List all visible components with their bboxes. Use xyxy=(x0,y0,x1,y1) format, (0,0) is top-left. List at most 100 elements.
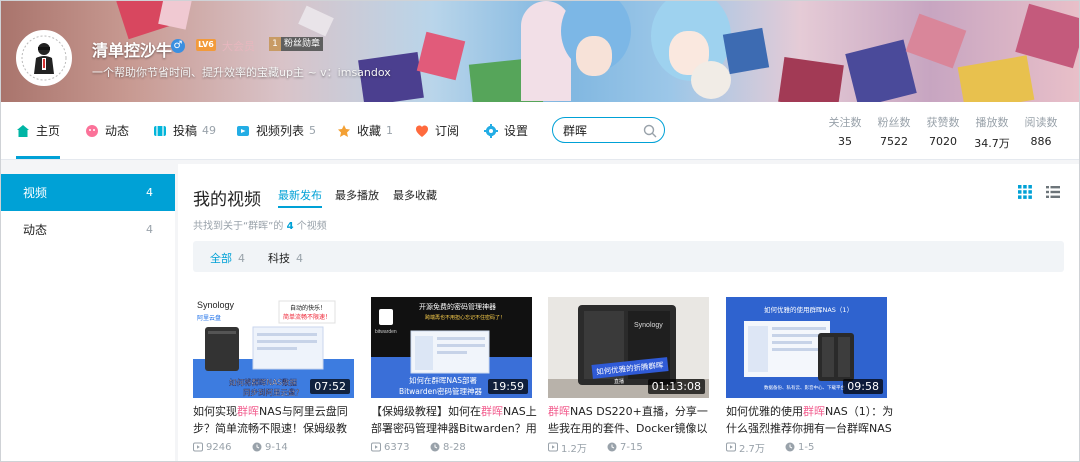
tab-favorites[interactable]: 收藏 1 xyxy=(337,102,393,159)
stat-followers[interactable]: 粉丝数 7522 xyxy=(870,114,918,148)
subscribe-icon xyxy=(415,124,429,138)
tab-favorites-label: 收藏 xyxy=(357,124,382,138)
tab-settings-label: 设置 xyxy=(504,124,529,138)
tab-upload[interactable]: 投稿 49 xyxy=(153,102,216,159)
filter-tech[interactable]: 科技 4 xyxy=(268,250,303,266)
video-title[interactable]: 如何实现群晖NAS与阿里云盘同步？简单流畅不限速！保姆级教 xyxy=(193,403,363,437)
sidebar-item-dynamic[interactable]: 动态 4 xyxy=(1,211,175,248)
video-thumbnail[interactable]: 开源免费的密码管理神器 跨端再也不用担心忘记不住密码了！ bitwarden 如… xyxy=(371,297,532,398)
thumb-text: 如何优雅的使用群晖NAS（1） xyxy=(764,305,853,314)
video-date: 8-28 xyxy=(443,441,466,453)
grid-view-icon[interactable] xyxy=(1018,184,1032,199)
search-box xyxy=(552,117,665,143)
tab-dynamic[interactable]: 动态 xyxy=(85,102,129,159)
video-title[interactable]: 群晖NAS DS220+直播，分享一些我在用的套件、Docker镜像以及一 xyxy=(548,403,718,437)
thumb-text: 如何在群晖NAS部署 xyxy=(409,375,478,385)
stat-reads: 阅读数 886 xyxy=(1017,114,1065,148)
list-view-icon[interactable] xyxy=(1046,184,1060,198)
level-badge: LV6 xyxy=(196,39,216,51)
video-thumbnail[interactable]: Synology 如何优雅的折腾群晖 直播 01:13:08 xyxy=(548,297,709,398)
thumb-text: Synology xyxy=(197,300,235,310)
tab-video-list-label: 视频列表 xyxy=(256,124,305,138)
video-date: 1-5 xyxy=(798,441,815,453)
stat-value: 7522 xyxy=(880,135,908,148)
filter-label: 全部 xyxy=(210,252,232,265)
thumb-text: 同步到阿里云盘？ xyxy=(243,387,303,397)
thumb-text: 如何将群晖NAS数据 xyxy=(229,377,298,387)
space-nav: 主页 动态 投稿 49 视频列表 5 收藏 1 订阅 设置 群晖 关注数 35 … xyxy=(1,102,1079,160)
username: 清单控沙牛 xyxy=(92,41,173,60)
stat-label: 获赞数 xyxy=(926,116,960,129)
video-panel: 我的视频 最新发布 最多播放 最多收藏 共找到关于“群晖”的 4 个视频 全部 4… xyxy=(178,164,1079,461)
sort-most-played[interactable]: 最多播放 xyxy=(335,187,379,206)
home-icon xyxy=(16,124,30,138)
dynamic-icon xyxy=(85,124,99,138)
video-thumbnail[interactable]: Synology 阿里云盘 自动的快乐！ 简单流畅不限速！ 如何将群晖NAS数据… xyxy=(193,297,354,398)
video-plays: 1.2万 xyxy=(561,443,587,455)
favorite-icon xyxy=(337,124,351,138)
video-plays: 2.7万 xyxy=(739,443,765,455)
video-thumbnail[interactable]: 如何优雅的使用群晖NAS（1） 数据备份、私有云、影音中心、下载平台 09:58 xyxy=(726,297,887,398)
search-icon[interactable] xyxy=(643,123,657,138)
clock-icon xyxy=(430,442,440,452)
user-sign: 一个帮助你节省时间、提升效率的宝藏up主 ~ v：imsandox xyxy=(92,66,391,79)
fan-medal[interactable]: 1 粉丝勋章 xyxy=(269,37,324,51)
settings-icon xyxy=(484,123,498,138)
sidebar-item-videos[interactable]: 视频 4 xyxy=(1,174,175,211)
thumb-text: 阿里云盘 xyxy=(197,314,221,322)
thumb-text: 数据备份、私有云、影音中心、下载平台 xyxy=(764,384,845,391)
tab-video-list[interactable]: 视频列表 5 xyxy=(236,102,316,159)
video-plays: 6373 xyxy=(384,441,410,453)
sidebar-item-label: 动态 xyxy=(23,223,48,237)
stat-label: 播放数 xyxy=(975,116,1009,129)
video-date: 7-15 xyxy=(620,441,643,453)
tab-home-label: 主页 xyxy=(36,124,61,138)
thumb-text: 跨端再也不用担心忘记不住密码了！ xyxy=(425,314,505,321)
filter-count: 4 xyxy=(296,252,303,265)
clock-icon xyxy=(607,442,617,452)
thumb-text: bitwarden xyxy=(375,329,397,335)
tab-video-list-count: 5 xyxy=(309,124,317,137)
stat-following[interactable]: 关注数 35 xyxy=(821,114,869,148)
video-meta: 2.7万 1-5 xyxy=(726,440,896,455)
stat-likes: 获赞数 7020 xyxy=(919,114,967,148)
keyword-highlight: 群晖 xyxy=(548,405,570,418)
gender-icon: ♂ xyxy=(171,39,185,53)
found-count: 4 xyxy=(286,221,294,232)
video-duration: 01:13:08 xyxy=(647,379,705,394)
keyword-highlight: 群晖 xyxy=(237,405,259,418)
thumb-text: 直播 xyxy=(614,378,624,385)
search-input[interactable] xyxy=(563,122,643,138)
video-duration: 07:52 xyxy=(310,379,350,394)
keyword-highlight: 群晖 xyxy=(481,405,503,418)
thumb-text: 开源免费的密码管理神器 xyxy=(419,302,496,311)
video-list-icon xyxy=(236,124,250,138)
filter-count: 4 xyxy=(238,252,245,265)
profile-banner: 清单控沙牛 ♂ LV6 大会员 1 粉丝勋章 一个帮助你节省时间、提升效率的宝藏… xyxy=(1,1,1079,102)
stat-value: 886 xyxy=(1030,135,1052,148)
stat-label: 粉丝数 xyxy=(877,116,911,129)
tab-settings[interactable]: 设置 xyxy=(484,102,528,159)
stat-label: 阅读数 xyxy=(1024,116,1058,129)
avatar[interactable] xyxy=(16,30,72,86)
video-title[interactable]: 如何优雅的使用群晖NAS（1）：为什么强烈推荐你拥有一台群晖NAS xyxy=(726,403,896,437)
tab-subscribe[interactable]: 订阅 xyxy=(415,102,459,159)
play-icon xyxy=(371,442,381,452)
play-icon xyxy=(193,442,203,452)
video-meta: 9246 9-14 xyxy=(193,440,363,454)
play-icon xyxy=(726,442,736,452)
stat-value: 7020 xyxy=(929,135,957,148)
thumb-text: Bitwarden密码管理神器 xyxy=(399,386,482,396)
tab-home[interactable]: 主页 xyxy=(16,102,61,159)
video-duration: 09:58 xyxy=(843,379,883,394)
thumb-text: 自动的快乐！ xyxy=(290,304,326,312)
filter-label: 科技 xyxy=(268,252,290,265)
tab-favorites-count: 1 xyxy=(386,124,394,137)
video-plays: 9246 xyxy=(206,441,232,453)
video-title[interactable]: 【保姆级教程】如何在群晖NAS上部署密码管理神器Bitwarden？用免 xyxy=(371,403,541,437)
sort-latest[interactable]: 最新发布 xyxy=(278,187,322,208)
sort-most-favorited[interactable]: 最多收藏 xyxy=(393,187,437,206)
filter-all[interactable]: 全部 4 xyxy=(210,250,245,266)
vip-badge[interactable]: 大会员 xyxy=(222,38,255,54)
page-title: 我的视频 xyxy=(193,190,261,210)
